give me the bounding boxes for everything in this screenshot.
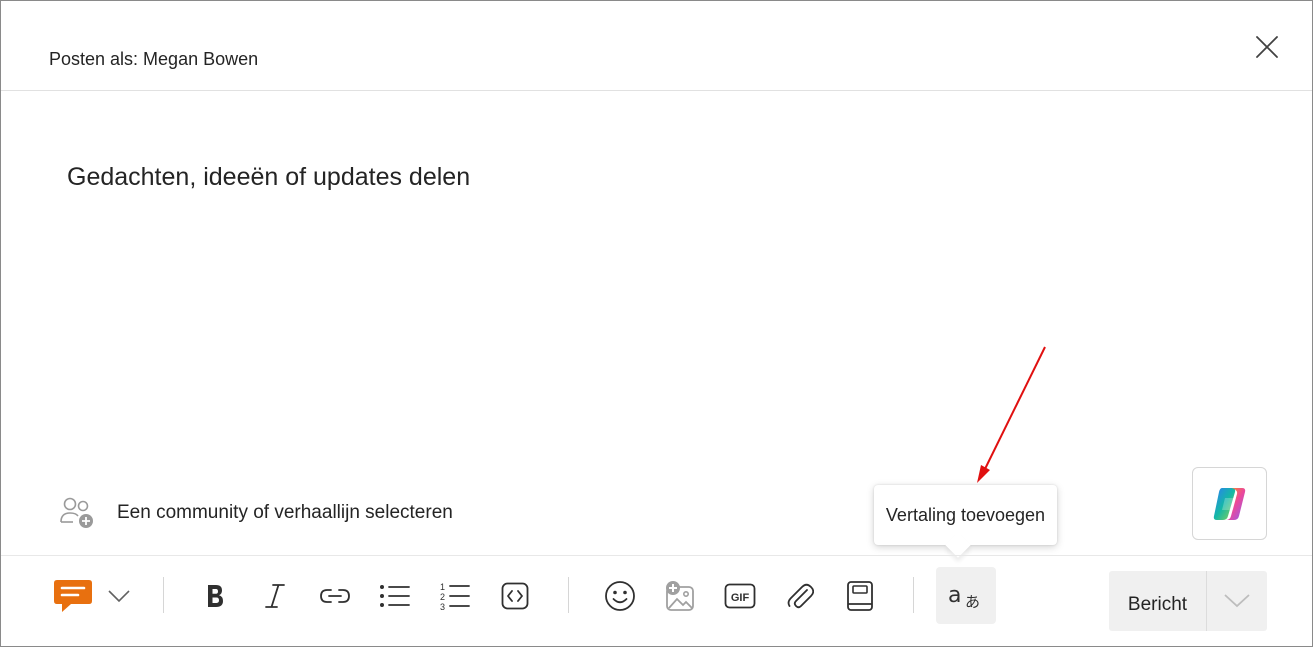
numbered-list-icon: 1 2 3: [440, 582, 470, 611]
translate-tooltip: Vertaling toevoegen: [874, 485, 1057, 545]
post-dialog: Posten als: Megan Bowen Gedachten, ideeë…: [0, 0, 1313, 647]
code-icon: [501, 582, 529, 610]
community-label: Een community of verhaallijn selecteren: [117, 502, 453, 523]
people-add-icon: [57, 493, 97, 533]
annotation-arrow: [977, 346, 1046, 483]
translate-icon: a あ: [948, 583, 980, 611]
close-icon: [1256, 36, 1278, 58]
emoji-button[interactable]: [595, 568, 645, 624]
bullet-list-icon: [380, 585, 410, 607]
send-button[interactable]: Bericht: [1109, 571, 1206, 631]
toolbar-separator: [913, 577, 914, 613]
send-group: Bericht: [1109, 571, 1267, 631]
bold-button[interactable]: [190, 568, 240, 624]
copilot-button[interactable]: [1192, 467, 1267, 540]
chat-bubble-icon: [54, 580, 92, 612]
chevron-down-icon: [1224, 594, 1250, 608]
code-button[interactable]: [490, 568, 540, 624]
post-editor[interactable]: Gedachten, ideeën of updates delen: [67, 163, 470, 192]
bold-icon: [208, 585, 223, 607]
italic-button[interactable]: [250, 568, 300, 624]
svg-text:1: 1: [440, 582, 445, 592]
chevron-down-icon: [108, 590, 130, 603]
close-button[interactable]: [1251, 31, 1283, 63]
notebook-button[interactable]: [835, 568, 885, 624]
image-add-icon: [666, 581, 694, 611]
link-button[interactable]: [310, 568, 360, 624]
link-icon: [320, 589, 350, 603]
copilot-icon: [1213, 487, 1245, 520]
post-type-dropdown[interactable]: [97, 568, 141, 624]
image-button[interactable]: [655, 568, 705, 624]
paperclip-icon: [787, 583, 814, 609]
post-type-button[interactable]: [48, 568, 98, 624]
post-as-label: Posten als: Megan Bowen: [49, 49, 259, 69]
toolbar-separator: [568, 577, 569, 613]
svg-text:GIF: GIF: [731, 592, 750, 604]
dialog-header: Posten als: Megan Bowen: [1, 1, 1312, 91]
attach-button[interactable]: [775, 568, 825, 624]
toolbar-separator: [163, 577, 164, 613]
svg-text:3: 3: [440, 602, 445, 611]
send-options-button[interactable]: [1207, 571, 1267, 631]
community-selector[interactable]: Een community of verhaallijn selecteren: [57, 493, 453, 533]
svg-text:2: 2: [440, 592, 445, 602]
svg-text:a: a: [948, 583, 961, 608]
bullet-list-button[interactable]: [370, 568, 420, 624]
tooltip-text: Vertaling toevoegen: [885, 504, 1046, 526]
italic-icon: [265, 584, 285, 608]
svg-text:あ: あ: [965, 593, 980, 611]
gif-icon: GIF: [724, 583, 756, 609]
emoji-icon: [605, 581, 635, 611]
numbered-list-button[interactable]: 1 2 3: [430, 568, 480, 624]
notebook-icon: [847, 581, 873, 611]
translate-button[interactable]: a あ: [936, 567, 996, 624]
gif-button[interactable]: GIF: [715, 568, 765, 624]
